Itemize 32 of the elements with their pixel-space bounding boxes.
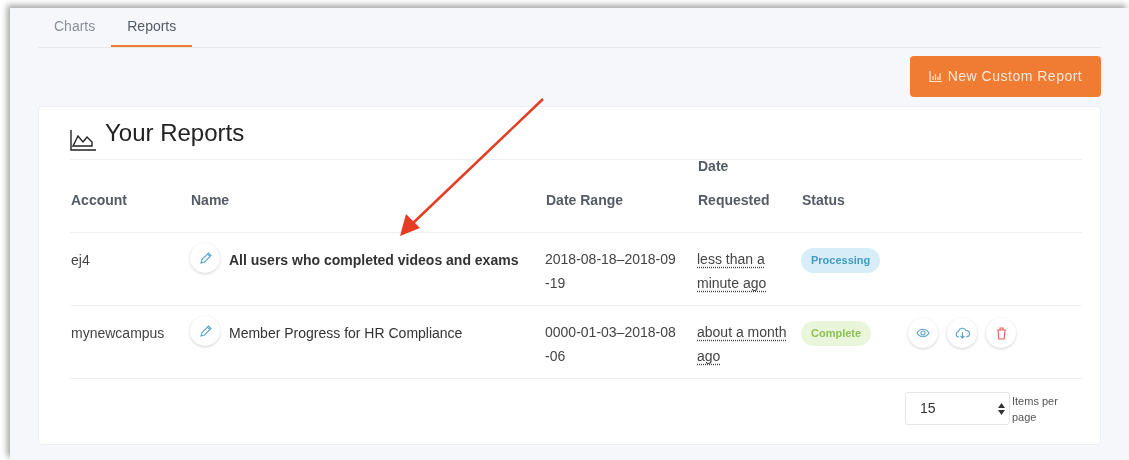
pencil-icon (198, 324, 212, 338)
sort-caret-icon (998, 402, 1005, 415)
table-cell-text: 2018-08-18–2018-09-19 (545, 250, 677, 293)
cloud-download-icon (954, 327, 970, 339)
area-chart-icon (70, 129, 97, 151)
trash-icon (995, 326, 1007, 340)
column-header: Name (191, 191, 230, 210)
column-header: Account (71, 191, 127, 210)
card-title: Your Reports (105, 118, 245, 148)
pencil-icon (198, 251, 212, 265)
bar-chart-icon (928, 71, 942, 82)
column-header: Status (802, 191, 845, 210)
view-button[interactable] (908, 318, 938, 348)
report-name: All users who completed videos and exams (229, 251, 519, 270)
table-cell-text: 0000-01-03–2018-08-06 (545, 323, 677, 366)
download-button[interactable] (947, 318, 977, 348)
status-badge: Processing (801, 248, 881, 273)
report-name: Member Progress for HR Compliance (229, 324, 463, 343)
eye-icon (916, 328, 930, 338)
table-cell: ej4 (71, 252, 90, 268)
items-per-page-select[interactable]: 15 (905, 392, 1010, 425)
edit-button[interactable] (190, 316, 220, 346)
tab[interactable]: Reports (111, 7, 193, 47)
relative-time: about a month ago (697, 323, 788, 366)
delete-button[interactable] (986, 318, 1016, 348)
column-header: Date Requested (698, 157, 770, 210)
edit-button[interactable] (190, 243, 220, 273)
column-header: Date Range (546, 191, 624, 210)
relative-time: less than a minute ago (697, 250, 768, 293)
items-per-page-label: Items per page (1011, 393, 1059, 425)
table-cell: mynewcampus (71, 325, 165, 341)
status-badge: Complete (801, 321, 872, 346)
